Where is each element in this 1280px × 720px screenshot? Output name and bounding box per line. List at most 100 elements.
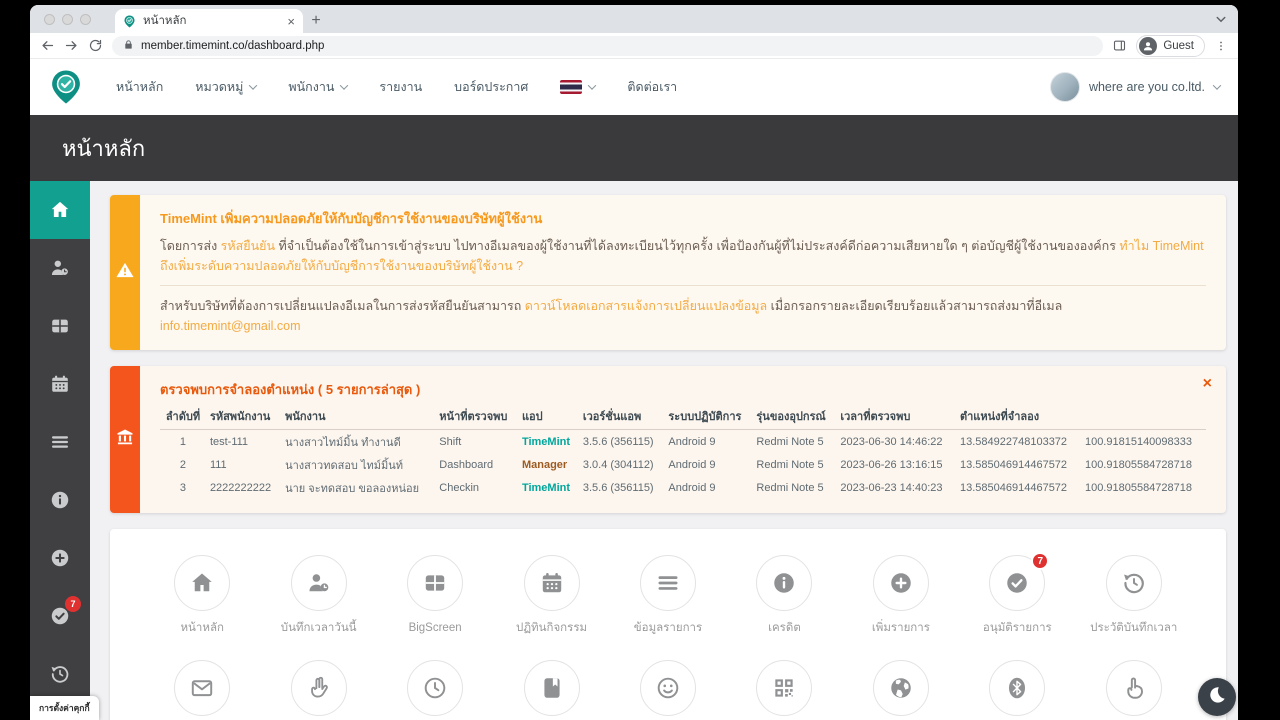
nav-item-label: ติดต่อเรา (627, 80, 678, 94)
company-account-button[interactable]: where are you co.ltd. (1049, 72, 1222, 102)
back-icon[interactable] (40, 38, 55, 53)
column-header (1080, 405, 1206, 430)
company-name: where are you co.ltd. (1088, 80, 1205, 94)
nav-item-language[interactable] (560, 80, 597, 94)
shortcut-circle (523, 660, 580, 716)
sidebar: 7 (30, 181, 90, 720)
shortcut-circle (756, 660, 813, 716)
nav-item-contact[interactable]: ติดต่อเรา (627, 77, 677, 97)
shortcut-activity-calendar[interactable]: ปฏิทินกิจกรรม (493, 555, 609, 636)
shortcut-label: ปฏิทินกิจกรรม (516, 622, 588, 634)
window-zoom-button[interactable] (80, 13, 91, 25)
shortcut-circle (989, 660, 1046, 716)
history-icon (49, 663, 71, 685)
column-header: รุ่นของอุปกรณ์ (752, 405, 837, 430)
warning-text: สำหรับบริษัทที่ต้องการเปลี่ยนแปลงอีเมลใน… (160, 299, 525, 313)
shortcut-location-coords[interactable]: พิกัดสถานที่ (843, 660, 959, 720)
table-cell: 3.5.6 (356115) (582, 435, 654, 448)
column-header: เวลาที่ตรวจพบ (836, 405, 956, 430)
profile-avatar-icon (1139, 36, 1158, 55)
close-icon[interactable]: × (1203, 376, 1212, 392)
verify-code-highlight: รหัสยืนยัน (220, 239, 275, 253)
sidebar-item-calendar[interactable] (30, 355, 90, 413)
timemint-logo-icon[interactable] (48, 67, 84, 107)
browser-menu-icon[interactable] (1214, 39, 1228, 53)
shortcut-circle (290, 660, 347, 716)
grid-icon (49, 315, 71, 337)
info-icon (771, 570, 797, 596)
alert-title: ตรวจพบการจำลองตำแหน่ง ( 5 รายการล่าสุด ) (160, 382, 421, 397)
shortcut-label: เพิ่มรายการ (871, 622, 930, 634)
notification-badge: 7 (65, 596, 81, 612)
new-tab-button[interactable]: + (303, 9, 329, 33)
warning-text: โดยการส่ง (160, 239, 221, 253)
table-row: 3 2222222222 นาย จะทดสอบ ขอลองหน่อย Checkin… (160, 476, 1206, 499)
shortcut-credit[interactable]: เครดิต (726, 555, 842, 636)
sidebar-item-home[interactable] (30, 181, 90, 239)
window-minimize-button[interactable] (62, 13, 73, 25)
moon-icon (1207, 685, 1227, 710)
refresh-icon[interactable] (88, 38, 103, 53)
sidebar-item-time-today[interactable] (30, 239, 90, 297)
table-cell: Android 9 (668, 458, 716, 471)
shortcut-grid-card: หน้าหลัก บันทึกเวลาวันนี้ BigScreen ปฏิทินก… (110, 529, 1226, 720)
shortcut-add-entry[interactable]: เพิ่มรายการ (843, 555, 959, 636)
browser-address-bar: member.timemint.co/dashboard.php Guest (30, 33, 1238, 59)
forward-icon[interactable] (64, 38, 79, 53)
shortcut-bigscreen[interactable]: BigScreen (377, 555, 493, 636)
sidebar-item-items[interactable] (30, 413, 90, 471)
check-circle-icon (1004, 570, 1030, 596)
table-cell: Manager (521, 458, 568, 471)
sidebar-item-add[interactable] (30, 529, 90, 587)
book-icon (539, 675, 565, 701)
nav-item-board[interactable]: บอร์ดประกาศ (454, 77, 528, 97)
chevron-down-icon (588, 81, 597, 90)
table-cell: Redmi Note 5 (756, 458, 824, 471)
shortcut-label: เครดิต (768, 622, 801, 634)
close-tab-icon[interactable]: × (287, 15, 295, 28)
sidebar-item-approve[interactable]: 7 (30, 587, 90, 645)
table-cell: 3 (179, 481, 187, 494)
shortcut-time-history[interactable]: ประวัติบันทึกเวลา (1076, 555, 1192, 636)
nav-item-categories[interactable]: หมวดหมู่ (195, 77, 258, 97)
nav-item-reports[interactable]: รายงาน (379, 77, 422, 97)
table-cell: Android 9 (668, 435, 716, 448)
shortcut-list-data[interactable]: ข้อมูลรายการ (610, 555, 726, 636)
warning-content: TimeMint เพิ่มความปลอดภัยให้กับบัญชีการใ… (140, 195, 1226, 350)
cookie-settings-button[interactable]: การตั้งค่าคุกกี้ (30, 696, 99, 720)
shortcut-finger-scan[interactable]: สแกนลายนิ้วมือ (1076, 660, 1192, 720)
shortcut-clock-in-today[interactable]: บันทึกเวลาวันนี้ (260, 555, 376, 636)
download-doc-link[interactable]: ดาวน์โหลดเอกสารแจ้งการเปลี่ยนแปลงข้อมูล (525, 299, 767, 313)
shortcut-beacon[interactable]: สัญญาณบีคอน (959, 660, 1075, 720)
table-cell: TimeMint (521, 481, 571, 494)
browser-profile-button[interactable]: Guest (1136, 34, 1205, 57)
email-link[interactable]: info.timemint@gmail.com (160, 319, 301, 333)
shortcut-circle (1105, 555, 1162, 611)
window-close-button[interactable] (44, 13, 55, 25)
browser-tab[interactable]: หน้าหลัก × (115, 9, 303, 33)
sidebar-item-history[interactable] (30, 645, 90, 703)
nav-item-label: บอร์ดประกาศ (454, 80, 529, 94)
window-controls[interactable] (42, 5, 101, 33)
shortcut-leave-history[interactable]: ประวัติบันทึกการลา (144, 660, 260, 720)
sidebar-item-bigscreen[interactable] (30, 297, 90, 355)
table-cell: 2023-06-26 13:16:15 (840, 458, 943, 471)
nav-item-home[interactable]: หน้าหลัก (116, 77, 163, 97)
column-header: หน้าที่ตรวจพบ (435, 405, 518, 430)
shortcut-annual-holiday[interactable]: วันหยุดประจำปี (610, 660, 726, 720)
tabstrip-chevron-icon[interactable] (1212, 10, 1230, 28)
shortcut-time-adjust-history[interactable]: ประวัติปรับปรุงเวลา (377, 660, 493, 720)
shortcut-label: BigScreen (408, 622, 462, 634)
side-panel-icon[interactable] (1112, 38, 1127, 53)
shortcut-overtime-history[interactable]: ประวัติการทำงานล่วงเวลา (260, 660, 376, 720)
table-cell: Android 9 (668, 481, 716, 494)
shortcut-home[interactable]: หน้าหลัก (144, 555, 260, 636)
shortcut-location-qr[interactable]: รหัสคิวอาร์สถานที่ (726, 660, 842, 720)
shortcut-approve[interactable]: 7 อนุมัติรายการ (959, 552, 1075, 636)
dark-mode-toggle[interactable] (1198, 678, 1236, 716)
url-bar[interactable]: member.timemint.co/dashboard.php (112, 35, 1104, 56)
nav-item-employees[interactable]: พนักงาน (288, 77, 349, 97)
shortcut-label: ประวัติบันทึกเวลา (1090, 622, 1178, 634)
sidebar-item-credit[interactable] (30, 471, 90, 529)
shortcut-shift-adjust-history[interactable]: ประวัติปรับปรุงกะทำงาน (493, 660, 609, 720)
